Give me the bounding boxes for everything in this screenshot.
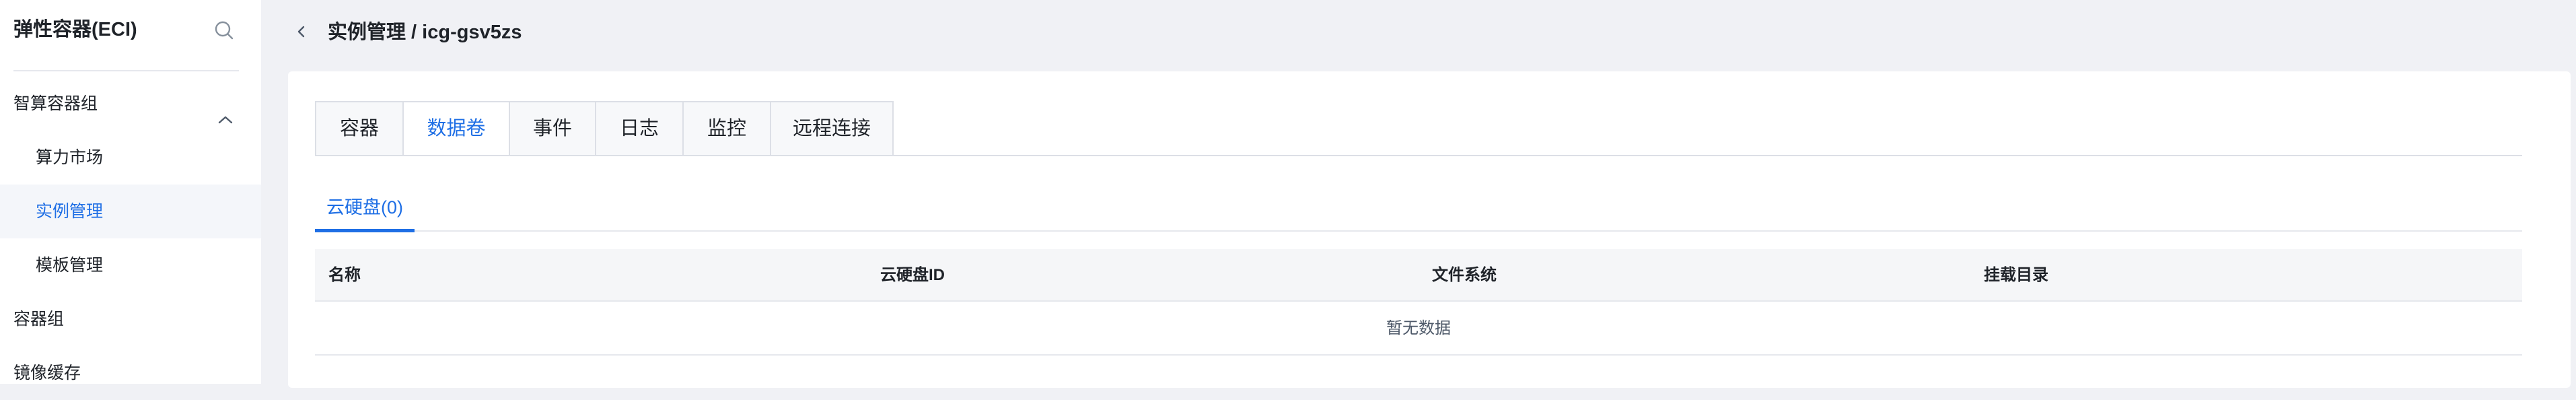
tab-remote-connect[interactable]: 远程连接: [770, 101, 894, 156]
empty-state-text: 暂无数据: [1386, 319, 1451, 337]
sidebar-item-label: 镜像缓存: [13, 364, 81, 382]
chevron-up-icon: [217, 96, 234, 124]
tabs-divider: [315, 155, 2522, 156]
sidebar-title: 弹性容器(ECI): [13, 19, 137, 40]
sidebar-item-template-management[interactable]: 模板管理: [0, 238, 261, 292]
sidebar: 弹性容器(ECI) 智算容器组 算力市场 实例管理 模板管理 容器组 镜像缓存: [0, 0, 261, 384]
volumes-table: 名称 云硬盘ID 文件系统 挂载目录 暂无数据: [315, 249, 2522, 356]
column-header-disk-id: 云硬盘ID: [880, 266, 945, 284]
table-empty-row: 暂无数据: [315, 302, 2522, 356]
sidebar-item-label: 容器组: [13, 310, 65, 329]
table-header: 名称 云硬盘ID 文件系统 挂载目录: [315, 249, 2522, 302]
column-header-file-system: 文件系统: [1432, 266, 1497, 284]
sidebar-item-container-group[interactable]: 容器组: [0, 292, 261, 346]
tab-volumes[interactable]: 数据卷: [402, 101, 509, 156]
sidebar-item-label: 算力市场: [36, 148, 104, 167]
sidebar-item-label: 智算容器组: [13, 94, 98, 113]
column-header-name: 名称: [328, 266, 361, 284]
tab-monitoring[interactable]: 监控: [682, 101, 770, 156]
sidebar-divider: [13, 70, 239, 71]
column-header-mount-path: 挂载目录: [1984, 266, 2048, 284]
sidebar-item-label: 实例管理: [36, 202, 104, 221]
subtabs-divider: [315, 230, 2522, 232]
subtab-cloud-disk[interactable]: 云硬盘(0): [315, 185, 415, 234]
back-icon[interactable]: [293, 22, 310, 42]
main-card: 容器 数据卷 事件 日志 监控 远程连接 云硬盘(0) 名称 云硬盘ID 文件系…: [288, 71, 2571, 388]
subtab-active-indicator: [315, 229, 415, 232]
tab-containers[interactable]: 容器: [315, 101, 402, 156]
sidebar-item-label: 模板管理: [36, 256, 104, 275]
sidebar-header: 弹性容器(ECI): [0, 0, 261, 61]
sidebar-item-compute-market[interactable]: 算力市场: [0, 131, 261, 185]
sidebar-item-instance-management[interactable]: 实例管理: [0, 185, 261, 238]
tab-bar: 容器 数据卷 事件 日志 监控 远程连接: [315, 101, 894, 156]
search-icon[interactable]: [213, 19, 236, 42]
tab-events[interactable]: 事件: [509, 101, 595, 156]
tab-logs[interactable]: 日志: [595, 101, 682, 156]
breadcrumb: 实例管理 / icg-gsv5zs: [328, 22, 522, 43]
sidebar-item-smart-container-group[interactable]: 智算容器组: [0, 77, 261, 131]
sidebar-item-image-cache[interactable]: 镜像缓存: [0, 346, 261, 400]
